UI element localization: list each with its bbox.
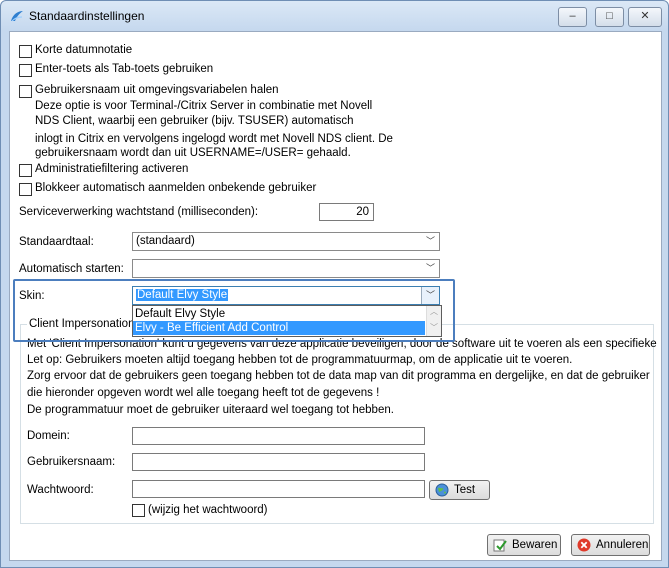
annuleren-button[interactable]: Annuleren bbox=[571, 534, 650, 556]
chevron-down-icon[interactable]: ﹀ bbox=[421, 287, 439, 304]
chevron-down-icon[interactable]: ﹀ bbox=[422, 260, 439, 277]
wachtwoord-input[interactable] bbox=[132, 480, 425, 498]
skin-label: Skin: bbox=[19, 290, 45, 302]
omgeving-note-2: NDS Client, waarbij een gebruiker (bijv.… bbox=[35, 115, 354, 127]
skin-dropdown-list: Default Elvy Style Elvy - Be Efficient A… bbox=[132, 305, 442, 337]
skin-value: Default Elvy Style bbox=[136, 289, 229, 301]
maximize-icon: □ bbox=[606, 10, 613, 22]
cancel-icon bbox=[577, 538, 591, 552]
automatisch-starten-select[interactable]: ﹀ bbox=[132, 259, 440, 278]
admin-filter-label: Administratiefiltering activeren bbox=[35, 163, 189, 175]
domein-input[interactable] bbox=[132, 427, 425, 445]
bewaren-label: Bewaren bbox=[512, 539, 558, 551]
app-icon bbox=[11, 11, 23, 22]
korte-datum-label: Korte datumnotatie bbox=[35, 44, 133, 56]
admin-filter-checkbox[interactable] bbox=[19, 164, 32, 177]
omgeving-note-3: inlogt in Citrix en vervolgens ingelogd … bbox=[35, 133, 393, 145]
blokkeer-checkbox[interactable] bbox=[19, 183, 32, 196]
wijzig-wachtwoord-label: (wijzig het wachtwoord) bbox=[148, 504, 268, 516]
automatisch-starten-label: Automatisch starten: bbox=[19, 263, 124, 275]
standaardtaal-select[interactable]: (standaard) ﹀ bbox=[132, 232, 440, 251]
service-wait-input[interactable]: 20 bbox=[319, 203, 374, 221]
standaardtaal-value: (standaard) bbox=[136, 235, 195, 247]
ci-info-line-5: De programmatuur moet de gebruiker uiter… bbox=[27, 404, 394, 416]
ci-info-line-2: Let op: Gebruikers moeten altijd toegang… bbox=[27, 354, 573, 366]
save-check-icon bbox=[493, 539, 507, 552]
service-wait-label: Serviceverwerking wachtstand (millisecon… bbox=[19, 206, 259, 218]
bewaren-button[interactable]: Bewaren bbox=[487, 534, 561, 556]
minimize-icon: – bbox=[569, 10, 576, 22]
annuleren-label: Annuleren bbox=[596, 539, 649, 551]
minimize-button[interactable]: – bbox=[558, 7, 587, 27]
scroll-up-icon[interactable]: ︿ bbox=[430, 306, 438, 317]
globe-icon bbox=[435, 483, 449, 497]
wachtwoord-label: Wachtwoord: bbox=[27, 484, 94, 496]
blokkeer-label: Blokkeer automatisch aanmelden onbekende… bbox=[35, 182, 317, 194]
gebruikersnaam-label: Gebruikersnaam: bbox=[27, 456, 116, 468]
title-bar[interactable]: Standaardinstellingen – □ ✕ bbox=[1, 1, 668, 31]
chevron-down-icon[interactable]: ﹀ bbox=[422, 233, 439, 250]
ci-info-line-4: die hieronder opgeven wordt wel alle toe… bbox=[27, 387, 380, 399]
close-icon: ✕ bbox=[640, 10, 650, 22]
standaardtaal-label: Standaardtaal: bbox=[19, 236, 94, 248]
skin-option-elvy-bac[interactable]: Elvy - Be Efficient Add Control bbox=[133, 321, 425, 335]
window-title: Standaardinstellingen bbox=[29, 9, 145, 23]
settings-window: Standaardinstellingen – □ ✕ Korte datumn… bbox=[0, 0, 669, 568]
skin-option-default[interactable]: Default Elvy Style bbox=[133, 307, 425, 321]
omgeving-checkbox[interactable] bbox=[19, 85, 32, 98]
test-button-label: Test bbox=[454, 484, 476, 496]
wijzig-wachtwoord-checkbox[interactable] bbox=[132, 504, 145, 517]
gebruikersnaam-input[interactable] bbox=[132, 453, 425, 471]
enter-tab-label: Enter-toets als Tab-toets gebruiken bbox=[35, 63, 214, 75]
skin-select[interactable]: Default Elvy Style ﹀ bbox=[132, 286, 440, 305]
dropdown-scrollbar[interactable]: ︿ ﹀ bbox=[426, 306, 441, 336]
ci-info-line-3: Zorg ervoor dat de gebruikers geen toega… bbox=[27, 370, 650, 382]
omgeving-note-1: Deze optie is voor Terminal-/Citrix Serv… bbox=[35, 100, 373, 112]
domein-label: Domein: bbox=[27, 430, 70, 442]
close-button[interactable]: ✕ bbox=[628, 7, 662, 27]
scroll-down-icon[interactable]: ﹀ bbox=[430, 322, 438, 333]
test-button[interactable]: Test bbox=[429, 480, 490, 500]
dialog-body: Korte datumnotatie Enter-toets als Tab-t… bbox=[9, 31, 662, 561]
omgeving-label: Gebruikersnaam uit omgevingsvariabelen h… bbox=[35, 84, 279, 96]
maximize-button[interactable]: □ bbox=[595, 7, 624, 27]
omgeving-note-4: gebruikersnaam wordt dan uit USERNAME=/U… bbox=[35, 147, 351, 159]
korte-datum-checkbox[interactable] bbox=[19, 45, 32, 58]
enter-tab-checkbox[interactable] bbox=[19, 64, 32, 77]
